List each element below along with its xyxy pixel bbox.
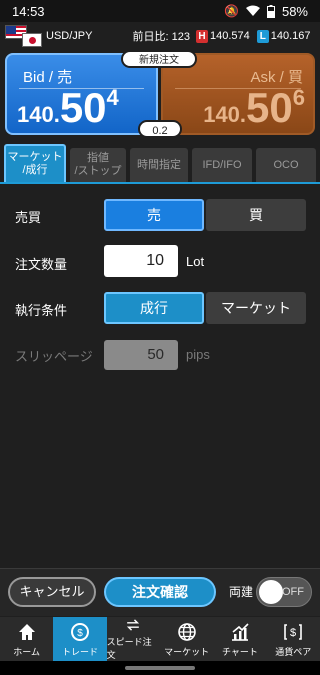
- order-type-tabs: マーケット /成行 指値 /ストップ 時間指定 IFD/IFO OCO: [0, 144, 320, 184]
- quote-panel: Bid / 売 140. 50 4 Ask / 買 140. 50 6 新規注文 0.2: [0, 50, 320, 140]
- svg-text:$: $: [77, 628, 83, 639]
- status-bar: 14:53 🔕 58%: [0, 0, 320, 22]
- tab-market-order[interactable]: マーケット /成行: [4, 144, 66, 182]
- globe-icon: [177, 622, 196, 641]
- wifi-icon: [245, 5, 260, 16]
- system-nav-bar: [0, 661, 320, 675]
- trade-icon: $: [70, 622, 89, 641]
- confirm-order-button[interactable]: 注文確認: [104, 577, 216, 607]
- market-order-button[interactable]: 成行: [104, 292, 204, 324]
- high-badge: H: [196, 29, 208, 43]
- qty-label: 注文数量: [15, 257, 68, 272]
- qty-unit: Lot: [186, 254, 205, 269]
- home-gesture-pill[interactable]: [125, 666, 195, 670]
- spread-badge: 0.2: [138, 120, 182, 138]
- day-change: 前日比: 123: [132, 31, 190, 43]
- action-bar: キャンセル 注文確認 両建 OFF: [0, 568, 320, 616]
- mute-icon: 🔕: [224, 4, 239, 18]
- currency-pair-icon: $: [284, 623, 303, 640]
- toggle-knob: [259, 580, 283, 604]
- slippage-input[interactable]: 50: [104, 340, 178, 370]
- jp-flag-icon: [22, 33, 42, 47]
- status-time: 14:53: [12, 3, 45, 19]
- buy-button[interactable]: 買: [206, 199, 306, 231]
- chart-icon: [231, 622, 249, 641]
- exec-label: 執行条件: [15, 303, 68, 318]
- sell-button[interactable]: 売: [104, 199, 204, 231]
- tab-ifd-ifo[interactable]: IFD/IFO: [192, 148, 252, 182]
- currency-pair: USD/JPY: [46, 30, 93, 42]
- nav-trade[interactable]: $ トレード: [53, 617, 107, 661]
- speed-order-icon: [127, 619, 140, 631]
- low-badge: L: [256, 29, 269, 43]
- bid-price: 140. 50 4: [17, 84, 119, 131]
- hedge-label: 両建: [229, 585, 254, 599]
- home-icon: [18, 623, 35, 640]
- tab-limit-stop[interactable]: 指値 /ストップ: [70, 148, 126, 182]
- side-label: 売買: [15, 210, 42, 225]
- slippage-label: スリッページ: [15, 349, 93, 364]
- low-value: 140.167: [270, 30, 311, 42]
- nav-chart[interactable]: チャート: [213, 617, 266, 661]
- nav-market[interactable]: マーケット: [160, 617, 213, 661]
- nav-home[interactable]: ホーム: [0, 617, 53, 661]
- new-order-badge: 新規注文: [121, 50, 197, 68]
- nav-speed-order[interactable]: スピード注文: [107, 617, 160, 661]
- market-button[interactable]: マーケット: [206, 292, 306, 324]
- cancel-button[interactable]: キャンセル: [8, 577, 96, 607]
- toggle-state: OFF: [282, 586, 304, 598]
- currency-flags: [0, 22, 44, 50]
- slippage-unit: pips: [186, 347, 210, 362]
- hedge-toggle[interactable]: OFF: [256, 577, 312, 607]
- high-low: H 140.574 L 140.167: [196, 29, 311, 43]
- ask-price: 140. 50 6: [203, 84, 305, 131]
- quantity-input[interactable]: 10: [104, 245, 178, 277]
- nav-currency-pair[interactable]: $ 通貨ペア: [267, 617, 320, 661]
- svg-text:$: $: [290, 627, 296, 639]
- trade-screen: 14:53 🔕 58% USD/JPY 前日比: 123 H 140.574 L…: [0, 0, 320, 675]
- ticker-bar[interactable]: USD/JPY 前日比: 123 H 140.574 L 140.167: [0, 22, 320, 50]
- high-value: 140.574: [210, 30, 250, 42]
- tab-oco[interactable]: OCO: [256, 148, 316, 182]
- battery-icon: [266, 4, 275, 18]
- tab-time-specified[interactable]: 時間指定: [130, 148, 188, 182]
- bottom-nav: ホーム $ トレード スピード注文 マーケット チャート $ 通貨ペア: [0, 617, 320, 661]
- battery-level: 58%: [281, 3, 308, 19]
